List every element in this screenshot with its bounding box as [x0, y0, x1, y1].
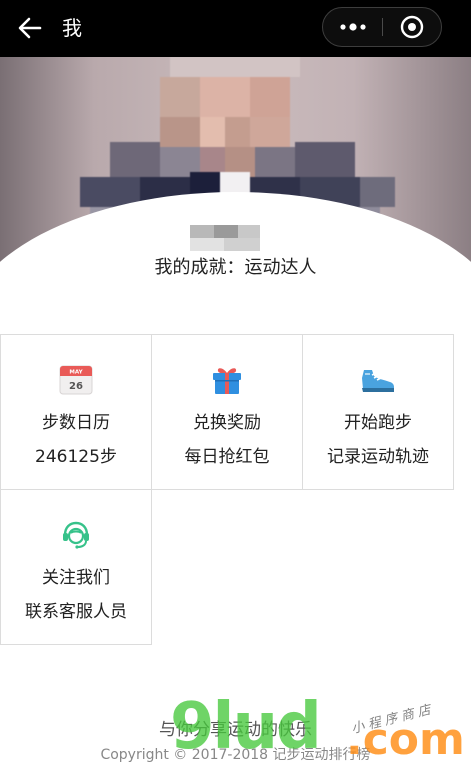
gift-icon	[209, 363, 245, 397]
menu-item-sub: 记录运动轨迹	[327, 447, 429, 467]
target-circle-icon	[400, 15, 424, 39]
profile-page: 我 我的成就：运动达人 MAY 26 步数日历 246125步 兑换奖励 每日抢…	[0, 0, 471, 771]
menu-item-follow-us[interactable]: 关注我们 联系客服人员	[0, 489, 152, 645]
menu-item-sub: 联系客服人员	[25, 602, 127, 622]
sneaker-icon	[360, 363, 396, 397]
menu-item-sub: 每日抢红包	[184, 447, 270, 467]
headset-agent-icon	[58, 518, 94, 552]
menu-item-start-running[interactable]: 开始跑步 记录运动轨迹	[302, 334, 454, 490]
menu-item-label: 开始跑步	[344, 413, 412, 433]
menu-item-step-calendar[interactable]: MAY 26 步数日历 246125步	[0, 334, 152, 490]
capsule-menu	[322, 7, 442, 47]
arrow-left-icon	[18, 17, 42, 39]
achievement-text: 我的成就：运动达人	[154, 257, 317, 278]
calendar-day-text: 26	[69, 381, 83, 392]
menu-item-label: 兑换奖励	[193, 413, 261, 433]
calendar-month-text: MAY	[69, 370, 83, 376]
menu-item-rewards[interactable]: 兑换奖励 每日抢红包	[151, 334, 303, 490]
footer-slogan: 与你分享运动的快乐	[159, 720, 312, 740]
profile-header: 我的成就：运动达人	[0, 57, 471, 307]
calendar-icon: MAY 26	[58, 363, 94, 397]
top-navbar: 我	[0, 0, 471, 57]
nickname-pixelated	[190, 225, 260, 251]
close-miniprogram-button[interactable]	[383, 8, 441, 46]
menu-item-label: 关注我们	[42, 568, 110, 588]
footer-copyright: Copyright © 2017-2018 记步运动排行榜	[100, 747, 371, 763]
more-dots-icon	[340, 23, 366, 31]
back-button[interactable]	[12, 12, 48, 44]
menu-item-sub: 246125步	[35, 447, 117, 467]
more-button[interactable]	[323, 8, 383, 46]
page-title: 我	[62, 16, 82, 40]
menu-item-label: 步数日历	[42, 413, 110, 433]
